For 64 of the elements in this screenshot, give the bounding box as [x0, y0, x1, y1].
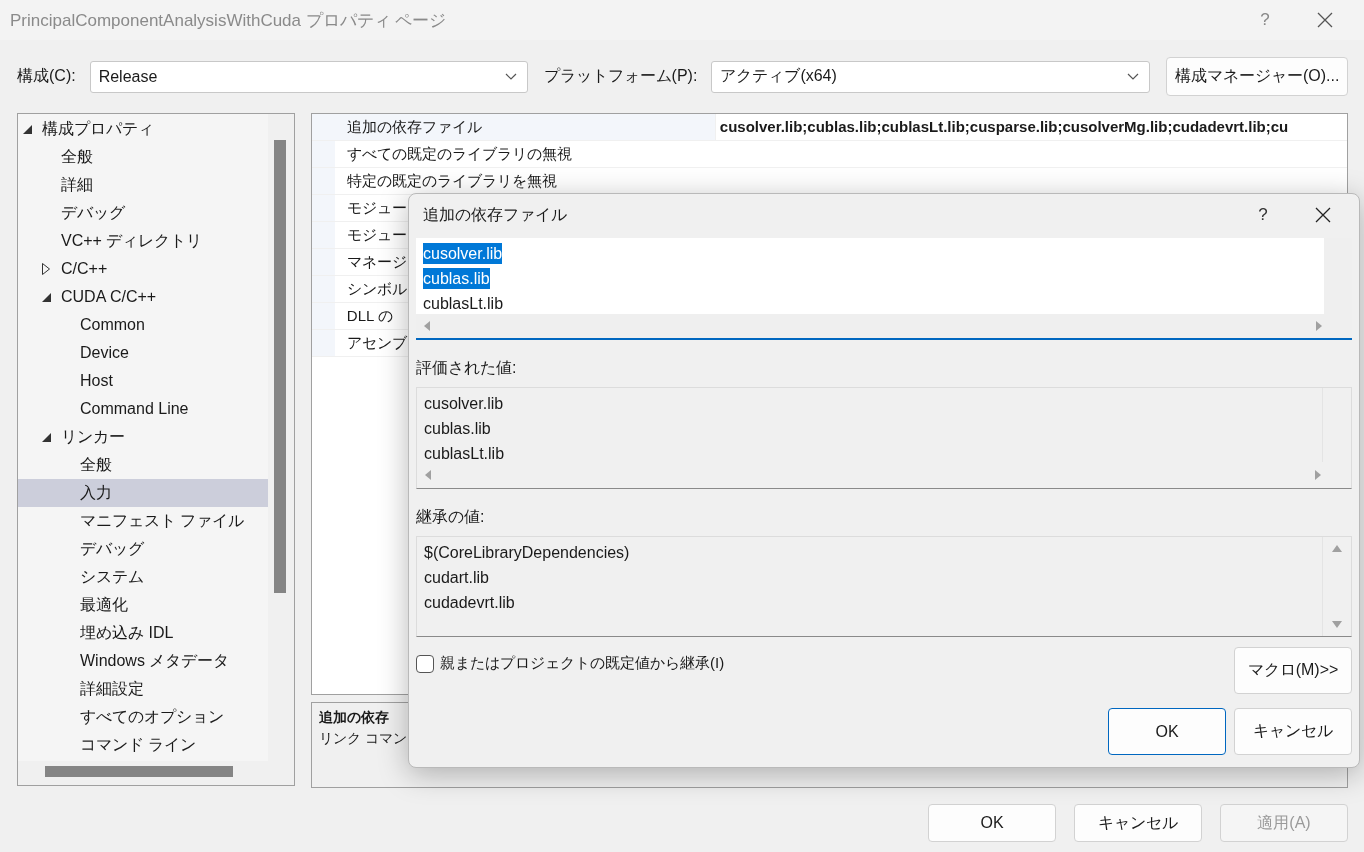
expanded-arrow-icon[interactable] — [42, 292, 51, 302]
property-value[interactable]: cusolver.lib;cublas.lib;cublasLt.lib;cusparse.lib;cusolverMg.lib;cudadevrt.lib;cu — [714, 114, 1347, 140]
ok-button[interactable]: OK — [1108, 708, 1226, 755]
tree-item[interactable]: 詳細 — [18, 171, 268, 199]
window-title: PrincipalComponentAnalysisWithCuda プロパティ ページ — [10, 9, 448, 32]
cancel-button[interactable]: キャンセル — [1234, 708, 1352, 755]
tree-item[interactable]: 入力 — [18, 479, 268, 507]
tree-item[interactable]: Device — [18, 339, 268, 367]
tree-item[interactable]: CUDA C/C++ — [18, 283, 268, 311]
close-icon[interactable] — [1315, 207, 1331, 223]
help-button[interactable]: ? — [1228, 205, 1298, 225]
tree-item[interactable]: デバッグ — [18, 535, 268, 563]
value-text: cudadevrt.lib — [424, 593, 516, 613]
configuration-label: 構成(C): — [17, 66, 76, 86]
value-text: cusolver.lib — [424, 394, 505, 414]
scrollbar-thumb[interactable] — [274, 140, 286, 593]
inherited-label: 継承の値: — [416, 507, 486, 527]
tree-item[interactable]: 構成プロパティ — [18, 115, 268, 143]
tree-item[interactable]: 全般 — [18, 143, 268, 171]
value-text: cublasLt.lib — [424, 444, 506, 462]
tree-item[interactable]: C/C++ — [18, 255, 268, 283]
cancel-button[interactable]: キャンセル — [1074, 804, 1202, 842]
value-text: cudart.lib — [424, 568, 490, 588]
tree-item[interactable]: すべてのオプション — [18, 703, 268, 731]
entry-text[interactable]: cublasLt.lib — [423, 293, 504, 314]
ok-button[interactable]: OK — [928, 804, 1056, 842]
configuration-dropdown[interactable]: Release — [89, 60, 528, 93]
entry-text[interactable]: cusolver.lib — [423, 243, 503, 264]
collapsed-arrow-icon[interactable] — [42, 263, 50, 275]
macro-button[interactable]: マクロ(M)>> — [1234, 647, 1352, 694]
value-text: $(CoreLibraryDependencies) — [424, 543, 631, 563]
tree-item[interactable]: 埋め込み IDL — [18, 619, 268, 647]
entry-text[interactable]: cublas.lib — [423, 268, 490, 289]
tree-item[interactable]: Command Line — [18, 395, 268, 423]
value-text: cublas.lib — [424, 419, 492, 439]
tree-item[interactable]: Windows メタデータ — [18, 647, 268, 675]
chevron-down-icon[interactable] — [504, 73, 517, 80]
evaluated-label: 評価された値: — [416, 358, 518, 378]
tree-item[interactable]: デバッグ — [18, 199, 268, 227]
dialog-title: 追加の依存ファイル — [423, 204, 568, 225]
checkbox-label[interactable]: 親またはプロジェクトの既定値から継承(I) — [440, 654, 725, 673]
tree-item[interactable]: VC++ ディレクトリ — [18, 227, 268, 255]
expanded-arrow-icon[interactable] — [23, 124, 32, 134]
configuration-manager-button[interactable]: 構成マネージャー(O)... — [1166, 57, 1348, 96]
tree-item[interactable]: 最適化 — [18, 591, 268, 619]
scrollbar-thumb[interactable] — [45, 766, 233, 777]
tree-item[interactable]: リンカー — [18, 423, 268, 451]
tree-item[interactable]: マニフェスト ファイル — [18, 507, 268, 535]
platform-label: プラットフォーム(P): — [543, 66, 698, 86]
tree-item[interactable]: コマンド ライン — [18, 731, 268, 759]
checkbox[interactable] — [416, 654, 434, 673]
chevron-down-icon[interactable] — [1127, 73, 1140, 80]
description-text: リンク コマン — [318, 730, 407, 748]
tree-item[interactable]: 詳細設定 — [18, 675, 268, 703]
tree-item[interactable]: 全般 — [18, 451, 268, 479]
tree-item[interactable]: Common — [18, 311, 268, 339]
tree-item[interactable]: システム — [18, 563, 268, 591]
property-name[interactable]: 追加の依存ファイル — [334, 114, 715, 140]
expanded-arrow-icon[interactable] — [42, 432, 51, 442]
tree-item[interactable]: Host — [18, 367, 268, 395]
close-icon[interactable] — [1317, 12, 1333, 28]
description-title: 追加の依存 — [318, 709, 389, 727]
dependencies-edit-field[interactable]: cusolver.lib cublas.lib cublasLt.lib — [416, 238, 1352, 340]
platform-dropdown[interactable]: アクティブ(x64) — [711, 60, 1151, 93]
